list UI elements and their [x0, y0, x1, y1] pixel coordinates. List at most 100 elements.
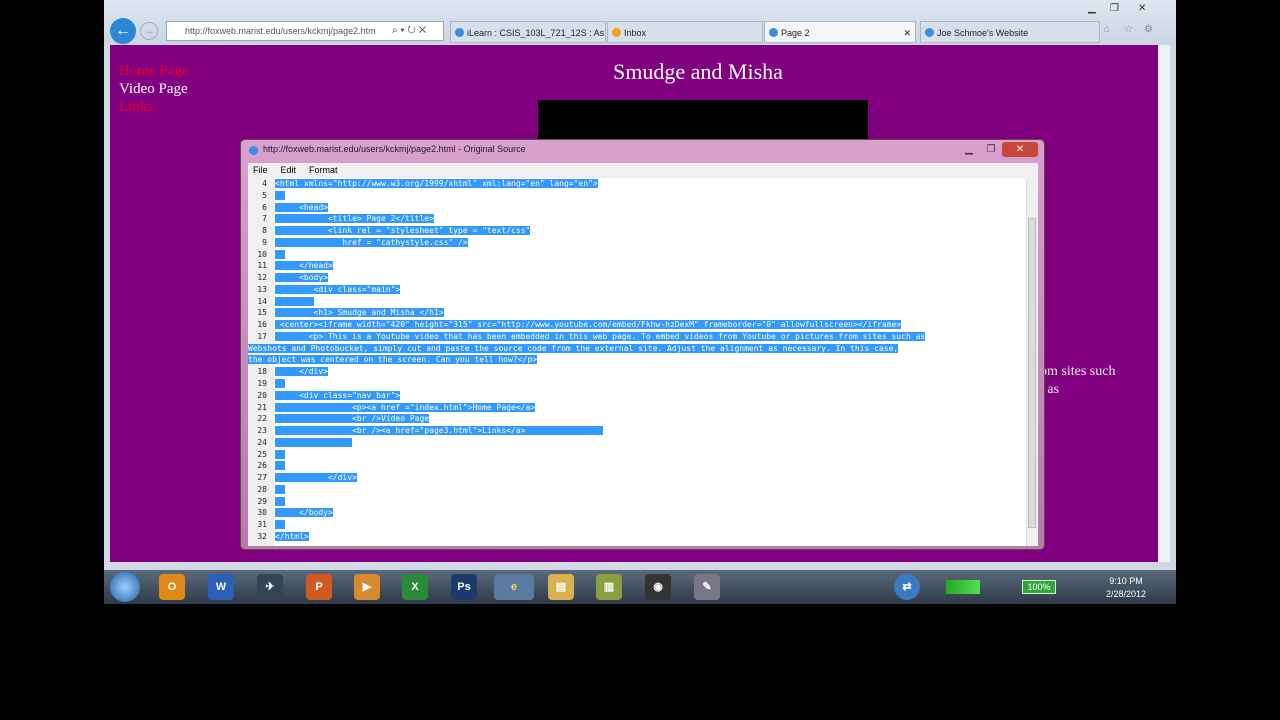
code-line: 13 <div class="main">	[248, 284, 925, 296]
page-heading: Smudge and Misha	[613, 59, 783, 84]
code-line: 26	[248, 460, 925, 472]
ie-icon	[455, 28, 464, 37]
line-number: 7	[262, 214, 267, 224]
tool-icon[interactable]: ✎	[694, 574, 720, 600]
code-line: 12 <body>	[248, 272, 925, 284]
code-line: 25	[248, 449, 925, 461]
code-text	[275, 379, 285, 389]
code-line: 28	[248, 484, 925, 496]
menu-file[interactable]: File	[253, 165, 268, 175]
app-icon[interactable]: ✈	[257, 574, 283, 600]
network-icon[interactable]: ⇄	[894, 574, 920, 600]
photoshop-icon[interactable]: Ps	[451, 574, 477, 600]
code-line: Webshots and Photobucket, simply cut and…	[248, 343, 925, 355]
code-line: 22 <br />Video Page	[248, 413, 925, 425]
tab-label: iLearn : CSIS_103L_721_12S : As...	[467, 28, 606, 38]
code-line: 31	[248, 519, 925, 531]
code-text: </head>	[275, 261, 333, 271]
code-line: 10	[248, 249, 925, 261]
code-text: </div>	[275, 367, 328, 377]
close-tab-icon[interactable]: ✕	[903, 22, 911, 42]
line-number: 23	[257, 426, 267, 436]
tab-page2[interactable]: Page 2 ✕	[764, 21, 916, 43]
code-line: 11 </head>	[248, 260, 925, 272]
home-icon[interactable]: ⌂	[1104, 24, 1110, 35]
minimize-button[interactable]: ▁	[958, 142, 980, 157]
code-text: <p><a href ="index.html">Home Page</a>	[275, 402, 536, 412]
address-text: http://foxweb.marist.edu/users/kckmj/pag…	[185, 26, 376, 36]
code-text	[275, 449, 285, 459]
line-number: 22	[257, 414, 267, 424]
code-text: <br />Video Page	[275, 414, 430, 424]
minimize-button[interactable]: ▁	[1088, 3, 1096, 14]
source-editor[interactable]: 4 <html xmlns="http://www.w3.org/1999/xht…	[248, 178, 1038, 546]
media-player-icon[interactable]: ▶	[354, 574, 380, 600]
tab-joe-schmoe[interactable]: Joe Schmoe's Website	[920, 21, 1100, 43]
line-number: 25	[257, 449, 267, 459]
page-paragraph: om sites such t as	[1040, 363, 1115, 399]
file-explorer-icon[interactable]: ▤	[548, 574, 574, 600]
window-title: http://foxweb.marist.edu/users/kckmj/pag…	[263, 144, 526, 154]
code-text: <title> Page 2</title>	[275, 214, 434, 224]
forward-button[interactable]: →	[140, 22, 158, 40]
source-code: 4 <html xmlns="http://www.w3.org/1999/xht…	[248, 178, 926, 543]
line-number: 29	[257, 496, 267, 506]
camera-icon[interactable]: ◉	[645, 574, 671, 600]
menu-format[interactable]: Format	[309, 165, 338, 175]
internet-explorer-icon[interactable]: e	[494, 574, 534, 600]
line-number: 19	[257, 379, 267, 389]
close-button[interactable]: ✕	[1002, 142, 1038, 157]
ie-icon	[769, 28, 778, 37]
page-scrollbar[interactable]	[1158, 45, 1170, 562]
start-button[interactable]	[110, 572, 140, 602]
window-controls: ▁ ❐ ✕	[958, 142, 1038, 157]
gear-icon[interactable]: ⚙	[1144, 24, 1153, 35]
ie-icon	[925, 28, 934, 37]
nav-link-links[interactable]: Links	[119, 99, 153, 116]
excel-icon[interactable]: X	[402, 574, 428, 600]
address-controls[interactable]: ⌕ ▾ ↻ ✕	[392, 21, 426, 41]
editor-scrollbar[interactable]	[1026, 178, 1038, 546]
line-number: 16	[257, 320, 267, 330]
line-number: 13	[257, 284, 267, 294]
word-icon[interactable]: W	[208, 574, 234, 600]
code-text: the object was centered on the screen. C…	[248, 355, 537, 365]
code-line: 5	[248, 190, 925, 202]
code-line: 30 </body>	[248, 507, 925, 519]
battery-indicator[interactable]: 100%	[1022, 580, 1056, 594]
line-number: 28	[257, 484, 267, 494]
code-text: Webshots and Photobucket, simply cut and…	[248, 343, 899, 353]
notes-icon[interactable]: ▥	[596, 574, 622, 600]
close-button[interactable]: ✕	[1138, 3, 1146, 14]
scrollbar-thumb[interactable]	[1028, 218, 1036, 528]
line-number: 21	[257, 402, 267, 412]
clock[interactable]: 9:10 PM 2/28/2012	[1106, 575, 1146, 601]
tab-inbox[interactable]: Inbox	[607, 21, 763, 43]
tab-ilearn[interactable]: iLearn : CSIS_103L_721_12S : As...	[450, 21, 606, 43]
code-text	[275, 484, 285, 494]
browser-chrome: ▁ ❐ ✕ ← → http://foxweb.marist.edu/users…	[104, 0, 1176, 45]
line-number: 24	[257, 437, 267, 447]
paragraph-line: om sites such	[1040, 364, 1116, 379]
signal-strength-icon[interactable]	[946, 580, 980, 594]
back-button[interactable]: ←	[110, 18, 136, 44]
code-line: 23 <br /><a href="page3.html">Links</a>	[248, 425, 925, 437]
maximize-button[interactable]: ❐	[1110, 3, 1119, 14]
code-text: <h1> Smudge and Misha </h1>	[275, 308, 444, 318]
powerpoint-icon[interactable]: P	[306, 574, 332, 600]
line-number: 14	[257, 296, 267, 306]
code-line: 24	[248, 437, 925, 449]
line-number: 15	[257, 308, 267, 318]
code-text	[275, 461, 285, 471]
code-line: 14	[248, 296, 925, 308]
maximize-button[interactable]: ❐	[980, 142, 1002, 157]
line-number: 31	[257, 520, 267, 530]
code-line: 29	[248, 496, 925, 508]
favorites-icon[interactable]: ☆	[1124, 24, 1133, 35]
line-number: 27	[257, 473, 267, 483]
code-text: <link rel = "stylesheet" type = "text/cs…	[275, 226, 531, 236]
menu-bar: File Edit Format	[248, 163, 1038, 178]
outlook-icon[interactable]: O	[159, 574, 185, 600]
view-source-window: http://foxweb.marist.edu/users/kckmj/pag…	[240, 139, 1045, 550]
menu-edit[interactable]: Edit	[281, 165, 297, 175]
